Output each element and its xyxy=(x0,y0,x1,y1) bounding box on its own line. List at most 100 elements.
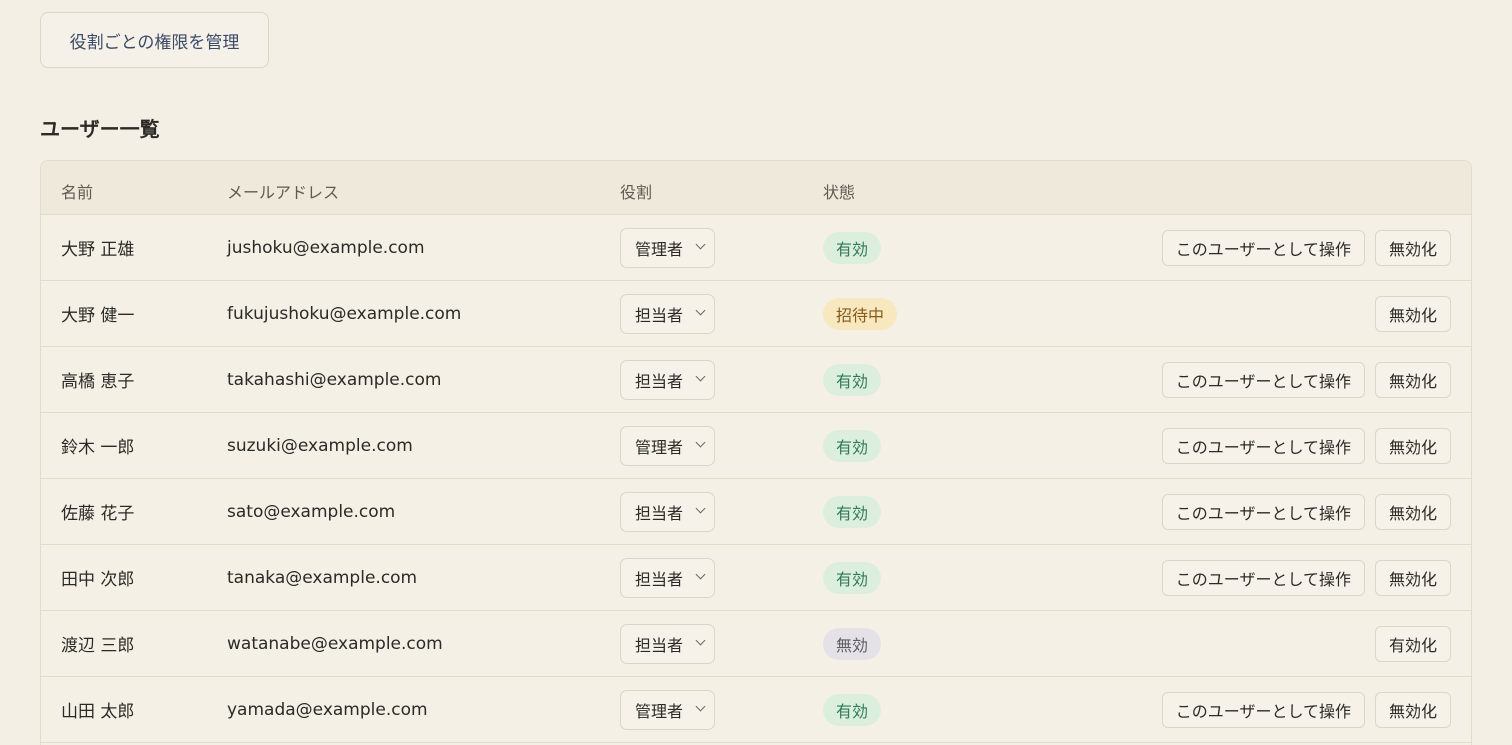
role-select[interactable]: 担当者 xyxy=(620,359,715,400)
row-actions: このユーザーとして操作 無効化 xyxy=(1161,413,1451,478)
role-select[interactable]: 担当者 xyxy=(620,557,715,598)
status-badge: 無効 xyxy=(823,627,882,660)
user-email: jushoku@example.com xyxy=(227,237,425,258)
status-cell: 有効 xyxy=(823,479,882,544)
user-email: yamada@example.com xyxy=(227,699,428,720)
table-row: 大野 健一 fukujushoku@example.com 担当者 招待中 無効化 xyxy=(41,281,1471,347)
role-select[interactable]: 担当者 xyxy=(620,623,715,664)
header-name: 名前 xyxy=(61,183,94,202)
row-actions: このユーザーとして操作 無効化 xyxy=(1161,479,1451,544)
user-name: 田中 次郎 xyxy=(61,570,135,590)
row-actions: このユーザーとして操作 無効化 xyxy=(1161,347,1451,412)
status-cell: 有効 xyxy=(823,413,882,478)
chevron-down-icon xyxy=(695,371,706,381)
user-email: sato@example.com xyxy=(227,501,396,522)
role-cell: 管理者 xyxy=(620,677,715,742)
toggle-status-button[interactable]: 無効化 xyxy=(1374,691,1451,728)
role-select-value: 担当者 xyxy=(635,635,684,655)
user-name: 佐藤 花子 xyxy=(61,504,135,524)
user-name: 大野 健一 xyxy=(61,306,135,326)
row-actions: 有効化 xyxy=(1374,611,1451,676)
table-body: 大野 正雄 jushoku@example.com 管理者 有効 このユーザーとして操作… xyxy=(41,215,1471,743)
chevron-down-icon xyxy=(695,437,706,447)
user-email: fukujushoku@example.com xyxy=(227,303,462,324)
impersonate-user-button[interactable]: このユーザーとして操作 xyxy=(1161,559,1365,596)
impersonate-user-button[interactable]: このユーザーとして操作 xyxy=(1161,427,1365,464)
row-actions: 無効化 xyxy=(1374,281,1451,346)
role-cell: 担当者 xyxy=(620,347,715,412)
role-cell: 担当者 xyxy=(620,479,715,544)
role-select-value: 担当者 xyxy=(635,503,684,523)
role-select[interactable]: 管理者 xyxy=(620,227,715,268)
role-cell: 担当者 xyxy=(620,545,715,610)
user-name: 高橋 恵子 xyxy=(61,372,135,392)
status-cell: 招待中 xyxy=(823,281,898,346)
header-status: 状態 xyxy=(823,183,856,202)
toggle-status-button[interactable]: 無効化 xyxy=(1374,493,1451,530)
role-cell: 担当者 xyxy=(620,281,715,346)
table-header: 名前 メールアドレス 役割 状態 xyxy=(41,161,1471,215)
status-badge: 有効 xyxy=(823,693,882,726)
manage-role-permissions-button[interactable]: 役割ごとの権限を管理 xyxy=(40,12,269,68)
row-actions: このユーザーとして操作 無効化 xyxy=(1161,215,1451,280)
user-name: 渡辺 三郎 xyxy=(61,636,135,656)
status-cell: 無効 xyxy=(823,611,882,676)
user-name: 山田 太郎 xyxy=(61,702,135,722)
role-select[interactable]: 担当者 xyxy=(620,293,715,334)
status-badge: 有効 xyxy=(823,363,882,396)
chevron-down-icon xyxy=(695,701,706,711)
user-table: 名前 メールアドレス 役割 状態 大野 正雄 jushoku@example.co… xyxy=(40,160,1472,745)
impersonate-user-button[interactable]: このユーザーとして操作 xyxy=(1161,493,1365,530)
table-row: 鈴木 一郎 suzuki@example.com 管理者 有効 このユーザーとして操作無… xyxy=(41,413,1471,479)
status-cell: 有効 xyxy=(823,215,882,280)
impersonate-user-button[interactable]: このユーザーとして操作 xyxy=(1161,229,1365,266)
user-name: 鈴木 一郎 xyxy=(61,438,135,458)
role-select-value: 管理者 xyxy=(635,239,684,259)
status-badge: 有効 xyxy=(823,429,882,462)
chevron-down-icon xyxy=(695,503,706,513)
role-select-value: 担当者 xyxy=(635,569,684,589)
row-actions: このユーザーとして操作 無効化 xyxy=(1161,545,1451,610)
status-badge: 有効 xyxy=(823,495,882,528)
user-email: tanaka@example.com xyxy=(227,567,418,588)
user-email: suzuki@example.com xyxy=(227,435,413,456)
row-actions: このユーザーとして操作 無効化 xyxy=(1161,677,1451,742)
chevron-down-icon xyxy=(695,239,706,249)
toggle-status-button[interactable]: 無効化 xyxy=(1374,295,1451,332)
impersonate-user-button[interactable]: このユーザーとして操作 xyxy=(1161,691,1365,728)
table-row: 田中 次郎 tanaka@example.com 担当者 有効 このユーザーとして操作無… xyxy=(41,545,1471,611)
table-row: 大野 正雄 jushoku@example.com 管理者 有効 このユーザーとして操作… xyxy=(41,215,1471,281)
user-name: 大野 正雄 xyxy=(61,240,135,260)
user-email: takahashi@example.com xyxy=(227,369,442,390)
status-badge: 有効 xyxy=(823,231,882,264)
status-cell: 有効 xyxy=(823,347,882,412)
role-select[interactable]: 管理者 xyxy=(620,689,715,730)
role-select-value: 管理者 xyxy=(635,701,684,721)
role-select-value: 管理者 xyxy=(635,437,684,457)
role-cell: 管理者 xyxy=(620,413,715,478)
toggle-status-button[interactable]: 有効化 xyxy=(1374,625,1451,662)
user-management-page: 役割ごとの権限を管理 ユーザー一覧 名前 メールアドレス 役割 状態 大野 正雄… xyxy=(0,0,1512,745)
role-select[interactable]: 担当者 xyxy=(620,491,715,532)
role-select[interactable]: 管理者 xyxy=(620,425,715,466)
chevron-down-icon xyxy=(695,305,706,315)
toggle-status-button[interactable]: 無効化 xyxy=(1374,427,1451,464)
status-badge: 招待中 xyxy=(823,297,898,330)
user-list-title: ユーザー一覧 xyxy=(40,117,160,141)
chevron-down-icon xyxy=(695,569,706,579)
table-row: 山田 太郎 yamada@example.com 管理者 有効 このユーザーとして操作無… xyxy=(41,677,1471,743)
table-row: 渡辺 三郎 watanabe@example.com 担当者 無効 有効化 xyxy=(41,611,1471,677)
role-select-value: 担当者 xyxy=(635,371,684,391)
impersonate-user-button[interactable]: このユーザーとして操作 xyxy=(1161,361,1365,398)
toggle-status-button[interactable]: 無効化 xyxy=(1374,361,1451,398)
role-select-value: 担当者 xyxy=(635,305,684,325)
role-cell: 管理者 xyxy=(620,215,715,280)
toggle-status-button[interactable]: 無効化 xyxy=(1374,229,1451,266)
user-email: watanabe@example.com xyxy=(227,633,443,654)
header-role: 役割 xyxy=(620,183,653,202)
status-badge: 有効 xyxy=(823,561,882,594)
header-email: メールアドレス xyxy=(227,183,340,202)
status-cell: 有効 xyxy=(823,677,882,742)
role-cell: 担当者 xyxy=(620,611,715,676)
toggle-status-button[interactable]: 無効化 xyxy=(1374,559,1451,596)
